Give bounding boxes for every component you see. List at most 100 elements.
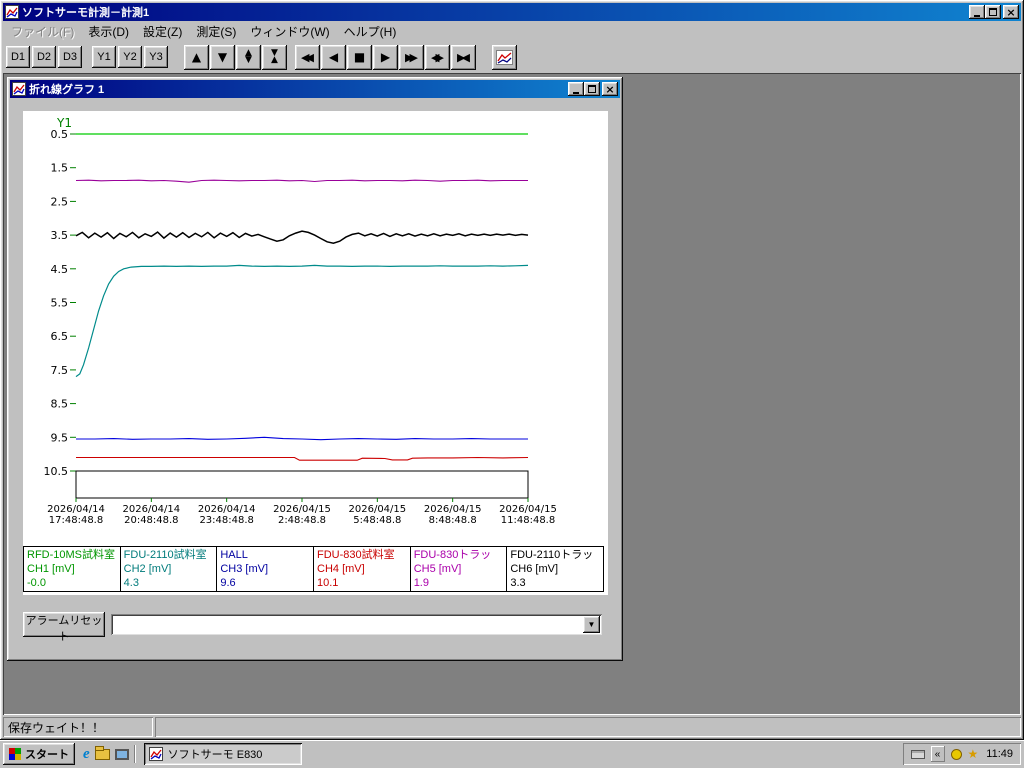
x-tick-time: 20:48:48.8 [124, 515, 178, 526]
graph-icon [496, 50, 513, 65]
fit-y-button[interactable]: ▼▲ [262, 45, 287, 70]
expand-y-button[interactable]: ▲▼ [236, 45, 261, 70]
start-button[interactable]: スタート [3, 743, 75, 765]
d-button-group: D1D2D3 [6, 46, 82, 68]
y-tick-label: 0.5 [51, 128, 69, 141]
expand-x-icon: ◀▶ [431, 51, 440, 64]
toolbar-divider [134, 745, 136, 763]
alarm-combobox[interactable]: ▼ [111, 614, 602, 635]
internet-explorer-icon[interactable]: e [83, 746, 90, 763]
app-icon [5, 5, 19, 19]
menu-window[interactable]: ウィンドウ(W) [243, 20, 336, 43]
status-tray-icon[interactable]: ★ [968, 747, 979, 761]
folder-icon[interactable] [95, 749, 110, 760]
x-tick-time: 17:48:48.8 [49, 515, 103, 526]
channel-legend: RFD-10MS試料室CH1 [mV]-0.0FDU-2110試料室CH2 [m… [23, 546, 604, 592]
app-window: ソフトサーモ計測－計測1 × ファイル(F)表示(D)設定(Z)測定(S)ウィン… [0, 0, 1024, 740]
taskbar-clock: 11:49 [984, 748, 1013, 760]
tray-collapse-button[interactable]: « [931, 746, 945, 762]
step-back-button[interactable]: ◀ [321, 45, 346, 70]
y-tick-label: 4.5 [51, 263, 69, 276]
graph-client-area: Y10.51.52.53.54.55.56.57.58.59.510.52026… [10, 98, 620, 658]
close-button[interactable]: × [1003, 5, 1019, 19]
x-tick-time: 5:48:48.8 [353, 515, 401, 526]
desktop: ソフトサーモ計測－計測1 × ファイル(F)表示(D)設定(Z)測定(S)ウィン… [0, 0, 1024, 768]
legend-ch4: FDU-830試料室CH4 [mV]10.1 [313, 546, 411, 592]
minimize-icon [974, 15, 980, 17]
fast-forward-icon: ▶▶ [405, 51, 414, 64]
task-button-softthermo[interactable]: ソフトサーモ E830 [144, 743, 302, 765]
x-tick-date: 2026/04/15 [424, 504, 482, 515]
toolbar: D1D2D3 Y1Y2Y3 ▲▼▲▼▼▲◀◀◀■▶▶▶◀▶▶◀ [3, 41, 1021, 73]
graph-close-button[interactable]: × [602, 82, 618, 96]
legend-value: -0.0 [27, 576, 117, 590]
maximize-button[interactable] [985, 5, 1001, 19]
x-tick-time: 23:48:48.8 [199, 515, 253, 526]
menu-file[interactable]: ファイル(F) [4, 20, 81, 43]
chevron-down-icon: ▼ [588, 620, 596, 629]
x-tick-date: 2026/04/15 [273, 504, 331, 515]
toolbar-d3-button[interactable]: D3 [58, 46, 82, 68]
series-CH6 [76, 231, 528, 243]
y-tick-label: 9.5 [51, 431, 69, 444]
step-back-icon: ◀ [329, 50, 338, 64]
legend-channel: CH6 [mV] [510, 562, 600, 576]
graph-maximize-button[interactable] [584, 82, 600, 96]
quick-launch: e [79, 743, 140, 765]
desktop-icon[interactable] [115, 749, 129, 760]
task-icon [149, 747, 163, 761]
graph-button[interactable] [492, 45, 517, 70]
toolbar-y1-button[interactable]: Y1 [92, 46, 116, 68]
graph-window-titlebar: 折れ線グラフ 1 × [10, 80, 620, 98]
menu-settings[interactable]: 設定(Z) [136, 20, 189, 43]
legend-station: FDU-830トラッ [414, 548, 504, 562]
alarm-reset-button[interactable]: アラームリセット [23, 612, 105, 637]
legend-station: FDU-2110試料室 [124, 548, 214, 562]
shift-up-button[interactable]: ▲ [184, 45, 209, 70]
menu-view[interactable]: 表示(D) [81, 20, 136, 43]
windows-logo-icon [9, 748, 21, 760]
legend-channel: CH2 [mV] [124, 562, 214, 576]
chevron-left-double-icon: « [935, 749, 941, 760]
shift-up-icon: ▲ [192, 50, 201, 64]
stop-icon: ■ [354, 50, 365, 64]
keyboard-icon[interactable] [911, 750, 925, 759]
menu-measure[interactable]: 測定(S) [189, 20, 243, 43]
fast-forward-button[interactable]: ▶▶ [399, 45, 424, 70]
graph-minimize-button[interactable] [568, 82, 584, 96]
toolbar-y2-button[interactable]: Y2 [118, 46, 142, 68]
legend-value: 1.9 [414, 576, 504, 590]
shift-down-button[interactable]: ▼ [210, 45, 235, 70]
stop-button[interactable]: ■ [347, 45, 372, 70]
legend-channel: CH5 [mV] [414, 562, 504, 576]
menu-bar: ファイル(F)表示(D)設定(Z)測定(S)ウィンドウ(W)ヘルプ(H) [3, 21, 1021, 41]
taskbar: スタート e ソフトサーモ E830 « ★ 11:49 [0, 740, 1024, 768]
task-label: ソフトサーモ E830 [168, 746, 263, 762]
fast-rewind-button[interactable]: ◀◀ [295, 45, 320, 70]
main-titlebar: ソフトサーモ計測－計測1 × [3, 3, 1021, 21]
shift-down-icon: ▼ [218, 50, 227, 64]
compress-x-button[interactable]: ▶◀ [451, 45, 476, 70]
menu-help[interactable]: ヘルプ(H) [337, 20, 404, 43]
maximize-icon [588, 85, 596, 93]
minimize-button[interactable] [969, 5, 985, 19]
toolbar-d1-button[interactable]: D1 [6, 46, 30, 68]
legend-channel: CH3 [mV] [220, 562, 310, 576]
legend-ch5: FDU-830トラッCH5 [mV]1.9 [410, 546, 508, 592]
legend-station: RFD-10MS試料室 [27, 548, 117, 562]
toolbar-y3-button[interactable]: Y3 [144, 46, 168, 68]
expand-y-icon: ▼ [245, 57, 252, 64]
legend-station: FDU-2110トラッ [510, 548, 600, 562]
x-tick-date: 2026/04/14 [123, 504, 181, 515]
expand-x-button[interactable]: ◀▶ [425, 45, 450, 70]
step-forward-button[interactable]: ▶ [373, 45, 398, 70]
combo-dropdown-button[interactable]: ▼ [583, 616, 600, 633]
legend-value: 10.1 [317, 576, 407, 590]
y-tick-label: 7.5 [51, 364, 69, 377]
combo-value[interactable] [111, 614, 581, 635]
fast-rewind-icon: ◀◀ [301, 51, 310, 64]
legend-ch6: FDU-2110トラッCH6 [mV]3.3 [506, 546, 604, 592]
alarm-tray-icon[interactable] [951, 749, 962, 760]
fit-y-icon: ▲ [271, 57, 278, 64]
toolbar-d2-button[interactable]: D2 [32, 46, 56, 68]
